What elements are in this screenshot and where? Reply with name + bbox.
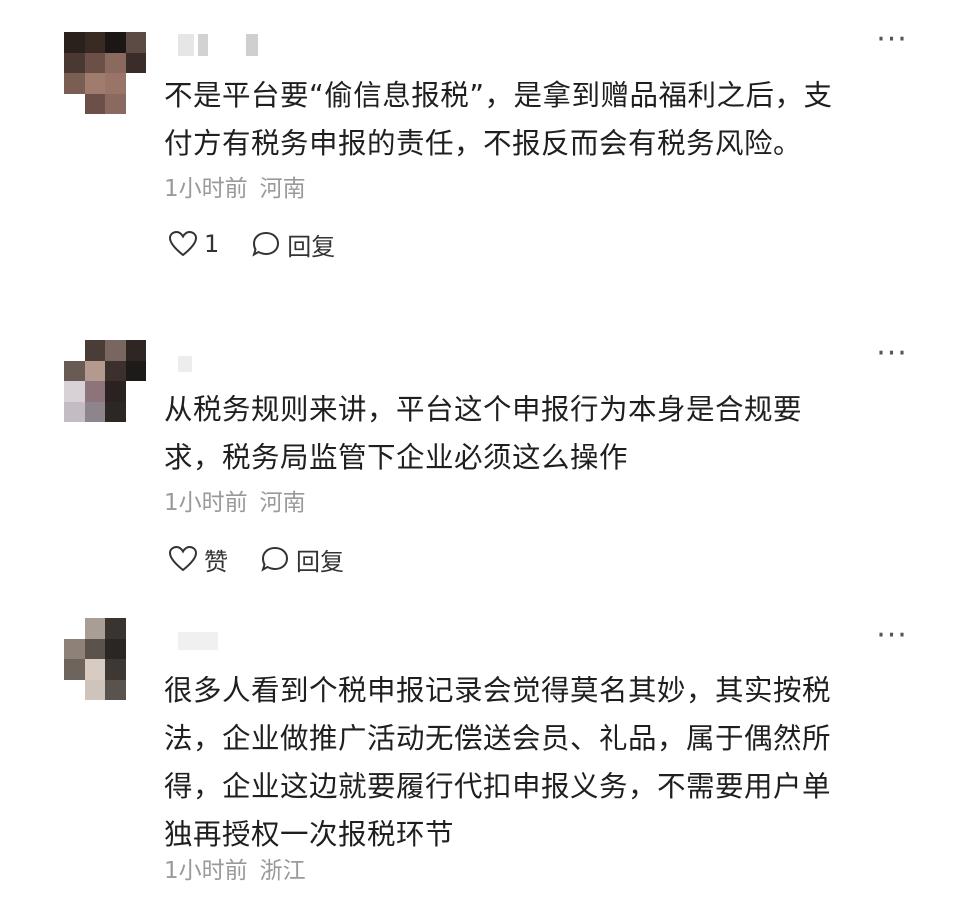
comment-time: 1小时前 [164, 176, 248, 202]
comment-text-line: 付方有税务申报的责任，不报反而会有税务风险。 [164, 127, 803, 160]
heart-icon [168, 545, 198, 573]
comment-actions: 赞 回复 [168, 541, 344, 577]
username-blurred[interactable] [178, 356, 192, 378]
reply-button[interactable]: 回复 [260, 542, 344, 577]
like-button[interactable]: 1 [168, 230, 219, 258]
comment-text-line: 求，税务局监管下企业必须这么操作 [164, 441, 629, 474]
comment-actions: 1 回复 [168, 226, 335, 262]
comment-text-line: 不是平台要“偷信息报税”，是拿到赠品福利之后，支 [164, 79, 833, 112]
heart-icon [168, 230, 198, 258]
avatar[interactable] [64, 618, 146, 700]
comment-location: 河南 [259, 490, 306, 516]
comment-text-line: 得，企业这边就要履行代扣申报义务，不需要用户单 [164, 770, 832, 803]
comment-bubble-icon [260, 545, 290, 573]
like-count: 1 [204, 230, 220, 258]
reply-label: 回复 [287, 232, 336, 261]
comment-text: 很多人看到个税申报记录会觉得莫名其妙，其实按税 法，企业做推广活动无偿送会员、礼… [164, 667, 904, 859]
comment-time: 1小时前 [164, 490, 248, 516]
comment-text-line: 独再授权一次报税环节 [164, 818, 455, 851]
username-blurred[interactable] [178, 632, 218, 654]
comment-meta: 1小时前 河南 [164, 488, 306, 518]
reply-label: 回复 [296, 547, 344, 576]
comment-text: 不是平台要“偷信息报税”，是拿到赠品福利之后，支 付方有税务申报的责任，不报反而… [164, 72, 904, 168]
username-blurred[interactable] [178, 34, 258, 56]
like-label: 赞 [204, 547, 228, 576]
comment-text-line: 从税务规则来讲，平台这个申报行为本身是合规要 [164, 393, 803, 426]
comment-text-line: 法，企业做推广活动无偿送会员、礼品，属于偶然所 [164, 722, 832, 755]
comment-location: 河南 [259, 176, 306, 202]
more-options-icon[interactable]: ··· [868, 621, 916, 651]
comment-meta: 1小时前 河南 [164, 174, 306, 204]
comment-text-line: 很多人看到个税申报记录会觉得莫名其妙，其实按税 [164, 674, 832, 707]
more-options-icon[interactable]: ··· [868, 339, 916, 369]
like-button[interactable]: 赞 [168, 542, 228, 577]
comment-text: 从税务规则来讲，平台这个申报行为本身是合规要 求，税务局监管下企业必须这么操作 [164, 386, 904, 482]
comment-bubble-icon [251, 230, 281, 258]
avatar[interactable] [64, 340, 146, 422]
comment-location: 浙江 [259, 858, 306, 884]
comment-meta: 1小时前 浙江 [164, 856, 306, 886]
reply-button[interactable]: 回复 [251, 227, 335, 262]
comment-time: 1小时前 [164, 858, 248, 884]
avatar[interactable] [64, 32, 146, 114]
more-options-icon[interactable]: ··· [868, 25, 916, 55]
